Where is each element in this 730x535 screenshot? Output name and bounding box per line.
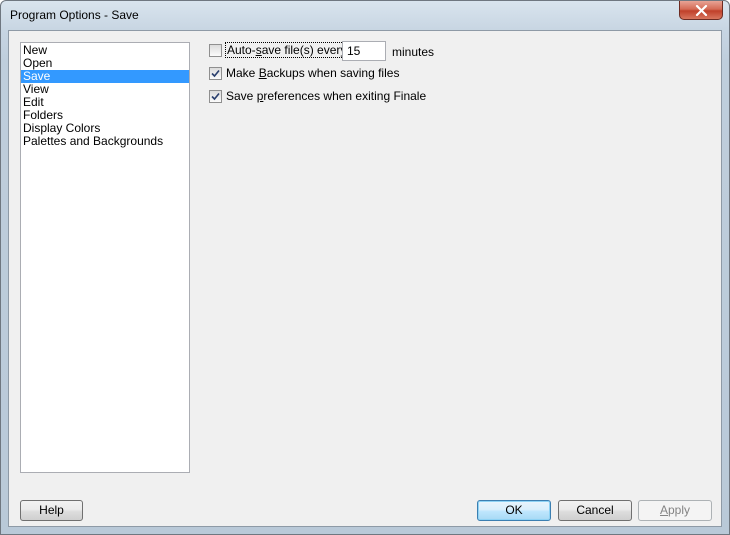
save-preferences-checkbox[interactable] <box>209 89 222 103</box>
program-options-dialog: Program Options - Save New Open Save Vie… <box>0 0 730 535</box>
save-preferences-label[interactable]: Save preferences when exiting Finale <box>226 89 426 103</box>
autosave-checkbox[interactable] <box>209 43 222 57</box>
autosave-option[interactable]: Auto-save file(s) every <box>209 42 349 58</box>
category-item-palettes-and-backgrounds[interactable]: Palettes and Backgrounds <box>21 135 189 148</box>
window-title: Program Options - Save <box>10 8 139 22</box>
apply-label-mnemonic: A <box>659 503 668 517</box>
help-button[interactable]: Help <box>20 500 83 521</box>
backups-label-part: Make <box>226 66 259 80</box>
backups-checkbox[interactable] <box>209 66 222 80</box>
autosave-label-part: Auto- <box>227 43 256 57</box>
autosave-label-part: ave file(s) every <box>261 43 347 57</box>
save-preferences-label-part: references when exiting Finale <box>263 89 427 103</box>
dialog-client-area: New Open Save View Edit Folders Display … <box>8 30 722 527</box>
backups-label-part: ackups when saving files <box>266 66 400 80</box>
checkmark-icon <box>211 92 220 100</box>
autosave-label[interactable]: Auto-save file(s) every <box>224 42 349 58</box>
backups-label-mnemonic: B <box>258 66 267 80</box>
backups-label[interactable]: Make Backups when saving files <box>226 66 399 80</box>
save-preferences-option[interactable]: Save preferences when exiting Finale <box>209 88 426 104</box>
close-icon <box>695 5 708 16</box>
save-preferences-label-part: Save <box>226 89 257 103</box>
ok-button[interactable]: OK <box>477 500 551 521</box>
apply-label-part: pply <box>668 503 691 517</box>
cancel-button[interactable]: Cancel <box>558 500 632 521</box>
category-list[interactable]: New Open Save View Edit Folders Display … <box>20 42 190 473</box>
checkmark-icon <box>211 69 220 77</box>
backups-option[interactable]: Make Backups when saving files <box>209 65 399 81</box>
autosave-interval-input[interactable]: 15 <box>342 41 386 61</box>
close-button[interactable] <box>679 1 723 20</box>
apply-button[interactable]: Apply <box>638 500 712 521</box>
autosave-unit-label: minutes <box>392 45 435 59</box>
title-bar[interactable]: Program Options - Save <box>1 1 729 31</box>
category-item-view[interactable]: View <box>21 83 189 96</box>
